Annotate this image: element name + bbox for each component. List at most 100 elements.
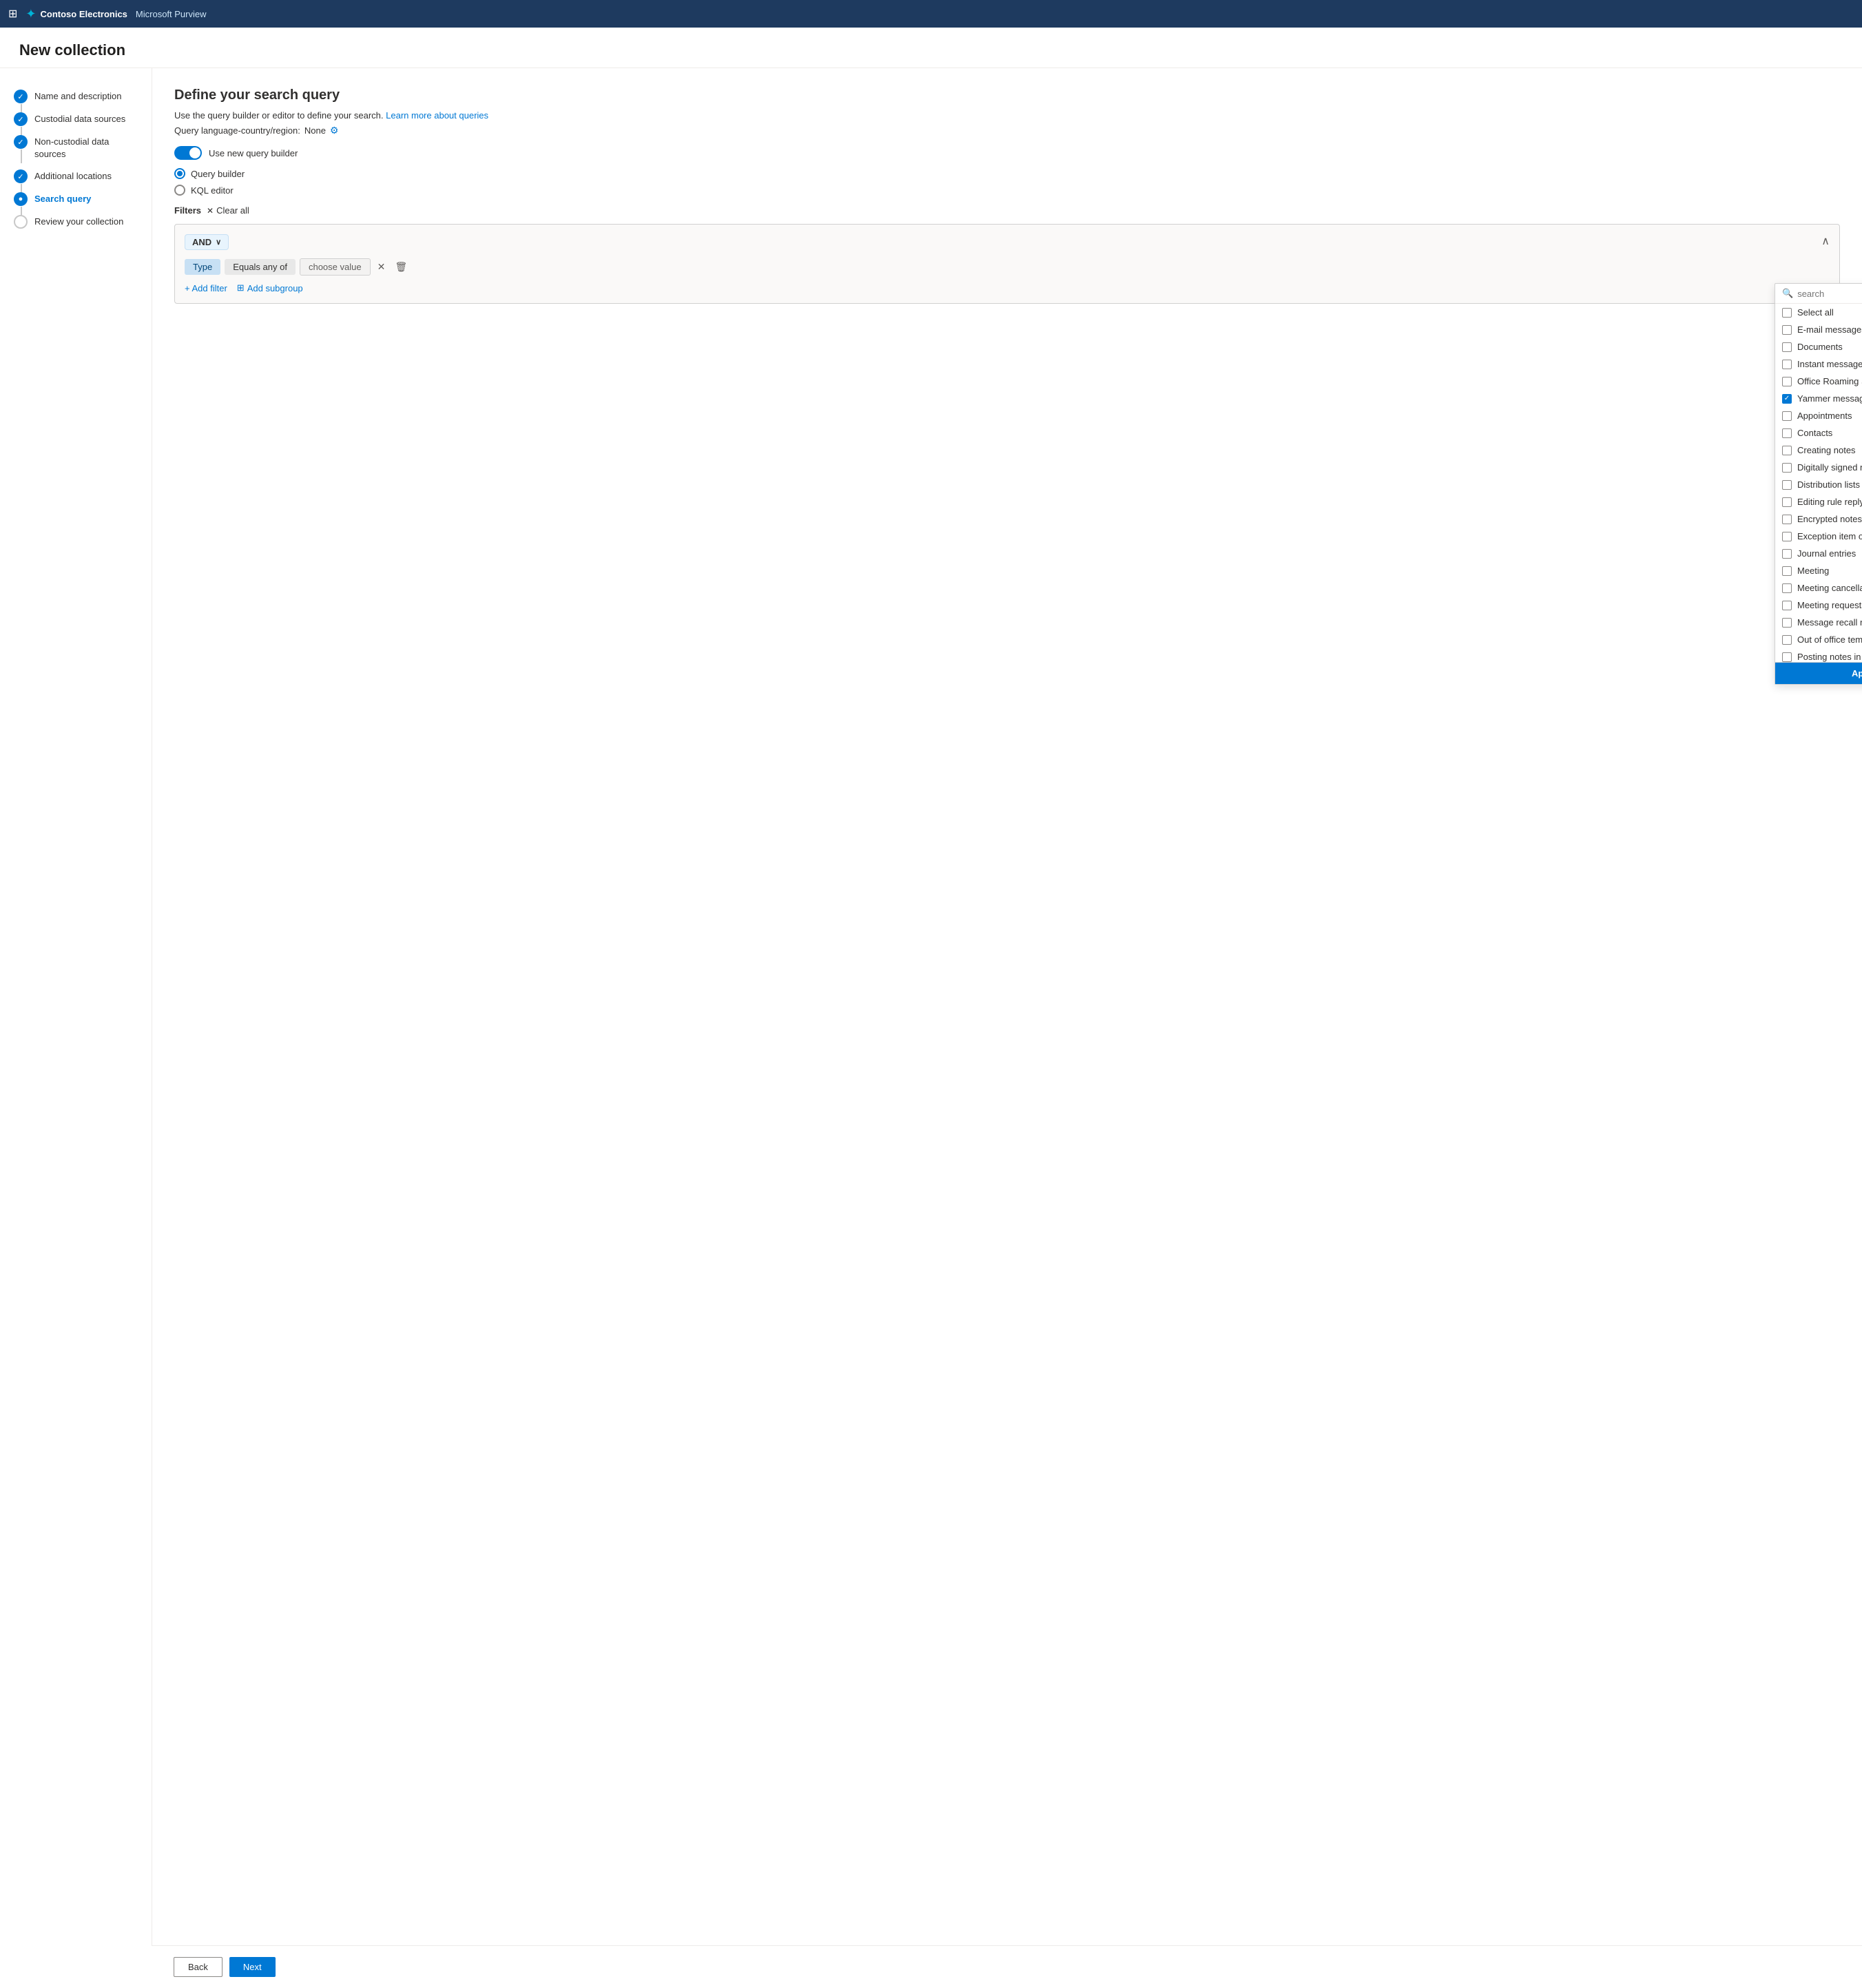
add-filter-label: + Add filter [185, 283, 227, 293]
dropdown-item[interactable]: Meeting [1775, 562, 1862, 579]
dropdown-item[interactable]: Contacts [1775, 424, 1862, 442]
clear-all-button[interactable]: ✕ Clear all [207, 205, 249, 216]
dropdown-checkbox[interactable] [1782, 411, 1792, 421]
learn-more-link[interactable]: Learn more about queries [386, 110, 488, 121]
dropdown-item-label: Select all [1797, 307, 1834, 318]
radio-label-query-builder: Query builder [191, 169, 245, 179]
sidebar-item-additional-locations[interactable]: ✓ Additional locations [0, 165, 152, 187]
dropdown-checkbox[interactable] [1782, 377, 1792, 386]
step-label-3: Non-custodial data sources [34, 134, 141, 161]
dropdown-item[interactable]: Distribution lists [1775, 476, 1862, 493]
and-label: AND [192, 237, 211, 247]
add-filter-row: + Add filter ⊞ Add subgroup [185, 282, 1830, 293]
dropdown-item[interactable]: Creating notes [1775, 442, 1862, 459]
dropdown-item-label: Message recall reports [1797, 617, 1862, 628]
dropdown-checkbox[interactable] [1782, 549, 1792, 559]
logo: ✦ Contoso Electronics [25, 7, 127, 21]
dropdown-item[interactable]: Posting notes in a folder [1775, 648, 1862, 662]
next-button[interactable]: Next [229, 1957, 276, 1977]
grid-icon[interactable]: ⊞ [8, 7, 17, 21]
dropdown-item[interactable]: Select all [1775, 304, 1862, 321]
and-chevron-icon: ∨ [216, 238, 221, 247]
dropdown-checkbox[interactable] [1782, 480, 1792, 490]
dropdown-item[interactable]: Instant messages [1775, 355, 1862, 373]
sidebar-item-review-collection[interactable]: Review your collection [0, 210, 152, 233]
dropdown-checkbox[interactable] [1782, 583, 1792, 593]
and-badge[interactable]: AND ∨ [185, 234, 229, 250]
dropdown-item-label: E-mail messages [1797, 324, 1862, 335]
dropdown-checkbox[interactable] [1782, 446, 1792, 455]
dropdown-item-list: Select all E-mail messages DocumentsInstan… [1775, 304, 1862, 662]
apply-button[interactable]: Apply [1775, 662, 1862, 684]
dropdown-item[interactable]: Digitally signed notes to other people [1775, 459, 1862, 476]
language-settings-icon[interactable]: ⚙ [330, 125, 339, 136]
dropdown-checkbox[interactable] [1782, 532, 1792, 541]
dropdown-item[interactable]: Exception item of a recurrence series [1775, 528, 1862, 545]
clear-all-x-icon: ✕ [207, 206, 214, 216]
dropdown-item-label: Posting notes in a folder [1797, 652, 1862, 662]
dropdown-item-label: Office Roaming Service [1797, 376, 1862, 386]
dropdown-item-label: Appointments [1797, 411, 1852, 421]
dropdown-item[interactable]: Documents [1775, 338, 1862, 355]
dropdown-checkbox[interactable] [1782, 515, 1792, 524]
dropdown-item[interactable]: Journal entries [1775, 545, 1862, 562]
radio-label-kql-editor: KQL editor [191, 185, 234, 196]
sidebar-item-non-custodial[interactable]: ✓ Non-custodial data sources [0, 130, 152, 165]
clear-filter-icon[interactable]: ✕ [375, 260, 389, 274]
type-filter-pill[interactable]: Type [185, 259, 220, 275]
dropdown-checkbox[interactable] [1782, 308, 1792, 318]
dropdown-item-label: Encrypted notes to other people [1797, 514, 1862, 524]
radio-query-builder[interactable]: Query builder [174, 168, 1840, 179]
add-filter-button[interactable]: + Add filter [185, 283, 227, 293]
dropdown-checkbox[interactable] [1782, 342, 1792, 352]
dropdown-item[interactable]: Meeting requests [1775, 597, 1862, 614]
step-circle-6 [14, 215, 28, 229]
dropdown-checkbox[interactable] [1782, 360, 1792, 369]
dropdown-checkbox[interactable] [1782, 497, 1792, 507]
dropdown-item[interactable]: Appointments [1775, 407, 1862, 424]
dropdown-checkbox[interactable] [1782, 325, 1792, 335]
collapse-button[interactable]: ∧ [1821, 234, 1830, 248]
delete-filter-icon[interactable]: 🗑 [392, 260, 410, 274]
dropdown-checkbox[interactable] [1782, 618, 1792, 628]
filters-bar: Filters ✕ Clear all [174, 205, 1840, 216]
dropdown-checkbox[interactable] [1782, 601, 1792, 610]
dropdown-search-input[interactable] [1797, 289, 1862, 299]
dropdown-item[interactable]: Out of office templates [1775, 631, 1862, 648]
topnav: ⊞ ✦ Contoso Electronics Microsoft Purvie… [0, 0, 1862, 28]
dropdown-checkbox[interactable] [1782, 566, 1792, 576]
new-query-builder-toggle[interactable] [174, 146, 202, 160]
sidebar: ✓ Name and description ✓ Custodial data … [0, 68, 152, 1984]
value-filter-pill[interactable]: choose value [300, 258, 371, 276]
sidebar-item-custodial[interactable]: ✓ Custodial data sources [0, 107, 152, 130]
toggle-label: Use new query builder [209, 148, 298, 158]
sidebar-item-search-query[interactable]: ● Search query [0, 187, 152, 210]
dropdown-item[interactable]: Office Roaming Service [1775, 373, 1862, 390]
clear-all-label: Clear all [216, 205, 249, 216]
back-button[interactable]: Back [174, 1957, 223, 1977]
step-circle-1: ✓ [14, 90, 28, 103]
add-subgroup-button[interactable]: ⊞ Add subgroup [237, 282, 303, 293]
dropdown-item[interactable]: E-mail messages [1775, 321, 1862, 338]
section-description: Use the query builder or editor to defin… [174, 110, 1840, 121]
dropdown-checkbox[interactable] [1782, 394, 1792, 404]
query-builder-panel: ∧ AND ∨ Type Equals any of choose value … [174, 224, 1840, 304]
dropdown-item[interactable]: Yammer messages [1775, 390, 1862, 407]
dropdown-item-label: Meeting [1797, 566, 1829, 576]
dropdown-checkbox[interactable] [1782, 652, 1792, 662]
operator-filter-pill[interactable]: Equals any of [225, 259, 296, 275]
dropdown-checkbox[interactable] [1782, 635, 1792, 645]
radio-kql-editor[interactable]: KQL editor [174, 185, 1840, 196]
dropdown-item-label: Distribution lists [1797, 479, 1860, 490]
dropdown-item[interactable]: Message recall reports [1775, 614, 1862, 631]
main-layout: ✓ Name and description ✓ Custodial data … [0, 68, 1862, 1984]
dropdown-item[interactable]: Editing rule reply templates [1775, 493, 1862, 510]
step-circle-3: ✓ [14, 135, 28, 149]
dropdown-checkbox[interactable] [1782, 428, 1792, 438]
value-dropdown-panel: 🔍 Select allE-mail messagesDocumentsInst… [1775, 283, 1862, 685]
dropdown-item[interactable]: Encrypted notes to other people [1775, 510, 1862, 528]
add-subgroup-icon: ⊞ [237, 282, 245, 293]
dropdown-item[interactable]: Meeting cancellations [1775, 579, 1862, 597]
sidebar-item-name-description[interactable]: ✓ Name and description [0, 85, 152, 107]
dropdown-checkbox[interactable] [1782, 463, 1792, 473]
